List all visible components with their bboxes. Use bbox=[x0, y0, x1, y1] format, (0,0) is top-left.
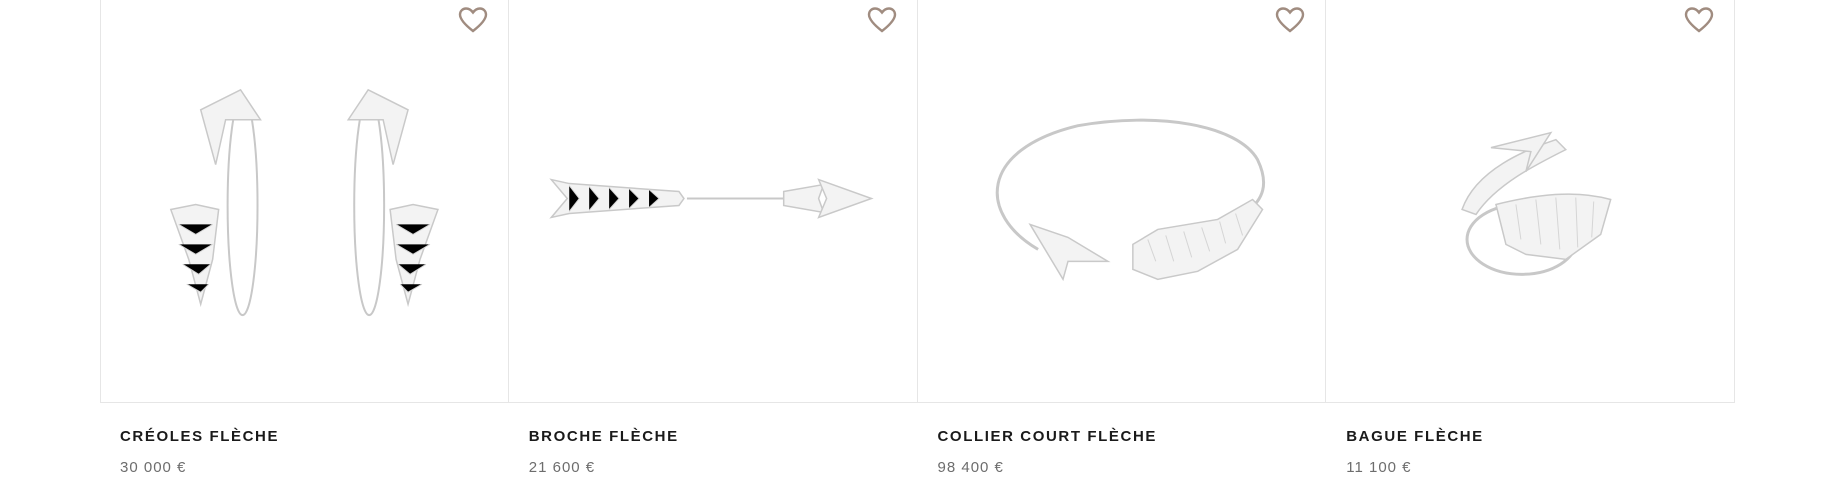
product-image-frame[interactable] bbox=[1326, 0, 1735, 403]
product-image-frame[interactable] bbox=[917, 0, 1327, 403]
product-image-frame[interactable] bbox=[100, 0, 509, 403]
product-name[interactable]: CRÉOLES FLÈCHE bbox=[120, 428, 279, 445]
product-name[interactable]: BROCHE FLÈCHE bbox=[529, 428, 679, 445]
product-card-creoles-fleche[interactable]: CRÉOLES FLÈCHE 30 000 € bbox=[100, 0, 509, 487]
product-price: 98 400 € bbox=[937, 459, 1004, 476]
product-price: 30 000 € bbox=[120, 459, 187, 476]
heart-outline-icon[interactable] bbox=[1684, 6, 1714, 34]
wishlist-button[interactable] bbox=[1275, 6, 1305, 34]
brooch-image[interactable] bbox=[509, 0, 917, 402]
earrings-image[interactable] bbox=[101, 0, 508, 402]
heart-outline-icon[interactable] bbox=[867, 6, 897, 34]
product-name[interactable]: COLLIER COURT FLÈCHE bbox=[938, 428, 1158, 445]
product-name[interactable]: BAGUE FLÈCHE bbox=[1346, 428, 1484, 445]
heart-outline-icon[interactable] bbox=[1275, 6, 1305, 34]
heart-outline-icon[interactable] bbox=[458, 6, 488, 34]
product-grid: CRÉOLES FLÈCHE 30 000 € BROCHE FLÈCHE 21… bbox=[100, 0, 1735, 487]
product-card-broche-fleche[interactable]: BROCHE FLÈCHE 21 600 € bbox=[508, 0, 918, 487]
ring-image[interactable] bbox=[1326, 0, 1734, 402]
product-card-collier-court-fleche[interactable]: COLLIER COURT FLÈCHE 98 400 € bbox=[917, 0, 1327, 487]
necklace-image[interactable] bbox=[918, 0, 1326, 402]
wishlist-button[interactable] bbox=[458, 6, 488, 34]
product-price: 21 600 € bbox=[528, 459, 596, 476]
product-card-bague-fleche[interactable]: BAGUE FLÈCHE 11 100 € bbox=[1326, 0, 1735, 487]
wishlist-button[interactable] bbox=[1684, 6, 1714, 34]
product-image-frame[interactable] bbox=[508, 0, 918, 403]
product-price: 11 100 € bbox=[1346, 459, 1412, 476]
wishlist-button[interactable] bbox=[867, 6, 897, 34]
